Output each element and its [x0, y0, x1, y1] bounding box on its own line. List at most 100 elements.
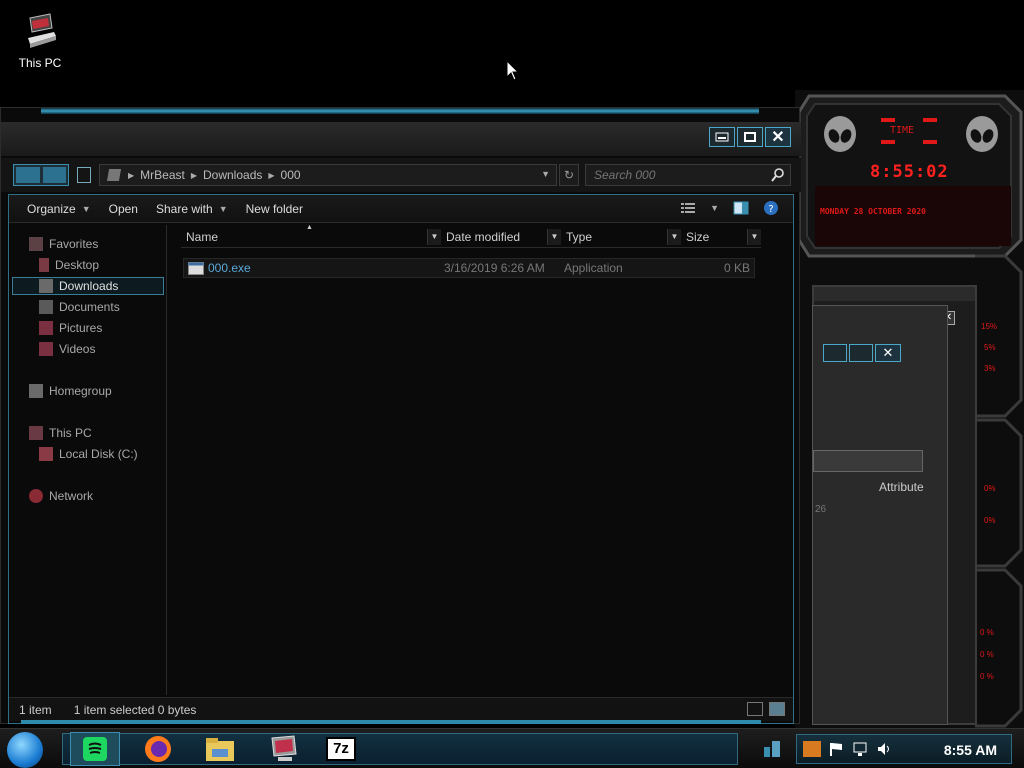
nav-desktop[interactable]: Desktop — [39, 257, 99, 273]
gadget-meter-2: 5% — [984, 343, 996, 352]
nav-pictures-label: Pictures — [59, 321, 103, 335]
spotify-icon — [83, 737, 107, 761]
address-bar[interactable]: ▶ MrBeast ▶ Downloads ▶ 000 ▼ — [99, 164, 557, 186]
nav-network[interactable]: Network — [29, 488, 93, 504]
taskbar-firefox[interactable] — [133, 732, 183, 766]
taskbar-file-explorer[interactable] — [195, 732, 245, 766]
gadget-digital-time: 8:55:02 — [870, 162, 949, 182]
start-button[interactable] — [7, 732, 43, 768]
breadcrumb-separator-icon: ▶ — [190, 170, 197, 180]
help-icon[interactable]: ? — [763, 200, 779, 216]
close-button[interactable]: ✕ — [765, 127, 791, 147]
recent-locations-icon[interactable] — [77, 167, 91, 183]
breadcrumb-downloads[interactable]: Downloads — [203, 168, 262, 182]
maximize-icon[interactable] — [849, 344, 873, 362]
minimize-icon[interactable] — [823, 344, 847, 362]
taskbar-7zip[interactable]: 7z — [316, 732, 366, 766]
maximize-button[interactable] — [737, 127, 763, 147]
chevron-down-icon[interactable]: ▼ — [667, 229, 681, 245]
details-view-icon[interactable] — [747, 702, 763, 716]
gadget-meter-8: 0 % — [980, 672, 994, 681]
nav-pictures[interactable]: Pictures — [39, 320, 102, 336]
taskbar-monitor-app[interactable] — [258, 732, 308, 766]
minimize-icon — [715, 132, 729, 142]
nav-local-disk-label: Local Disk (C:) — [59, 447, 138, 461]
large-icons-view-icon[interactable] — [769, 702, 785, 716]
nav-videos-label: Videos — [59, 342, 96, 356]
volume-icon[interactable] — [875, 741, 893, 757]
organize-button[interactable]: Organize ▼ — [18, 202, 100, 216]
organize-label: Organize — [27, 201, 76, 216]
column-type[interactable]: Type ▼ — [561, 226, 681, 248]
chevron-down-icon[interactable]: ▼ — [747, 229, 761, 245]
nav-homegroup[interactable]: Homegroup — [29, 383, 112, 399]
flag-icon[interactable] — [827, 741, 845, 757]
nav-documents[interactable]: Documents — [39, 299, 120, 315]
file-row[interactable]: 000.exe 3/16/2019 6:26 AM Application 0 … — [183, 258, 755, 278]
close-icon: ✕ — [771, 129, 785, 146]
taskbar-clock[interactable]: 8:55 AM — [944, 742, 997, 758]
search-box[interactable] — [585, 164, 791, 186]
chevron-down-icon[interactable]: ▼ — [541, 169, 550, 179]
column-date-modified[interactable]: Date modified ▼ — [441, 226, 561, 248]
monitor-app-icon — [271, 735, 297, 761]
gadget-meter-5: 0% — [984, 516, 996, 525]
status-selection: 1 item selected 0 bytes — [73, 702, 197, 717]
back-arrow-icon[interactable] — [16, 167, 40, 183]
taskbar-spotify[interactable] — [70, 732, 120, 766]
view-details-icon[interactable] — [680, 200, 696, 216]
nav-videos[interactable]: Videos — [39, 341, 95, 357]
minimize-button[interactable] — [709, 127, 735, 147]
column-date-label: Date modified — [446, 229, 521, 244]
downloads-folder-icon — [39, 279, 53, 293]
column-size[interactable]: Size ▼ — [681, 226, 761, 248]
window-top-accent — [41, 108, 759, 114]
status-bar: 1 item 1 item selected 0 bytes — [9, 697, 793, 721]
new-folder-button[interactable]: New folder — [237, 202, 312, 216]
nav-downloads[interactable]: Downloads — [12, 277, 164, 295]
gadget-time-label: TIME — [890, 125, 915, 136]
window-bottom-accent — [21, 720, 761, 724]
background-dialog-field[interactable] — [813, 450, 923, 472]
svg-text:?: ? — [768, 204, 773, 215]
search-input[interactable] — [586, 165, 756, 185]
chevron-down-icon[interactable]: ▼ — [547, 229, 561, 245]
forward-arrow-icon[interactable] — [42, 167, 66, 183]
search-icon[interactable] — [770, 167, 786, 183]
gadget-meter-4: 0% — [984, 484, 996, 493]
nav-local-disk[interactable]: Local Disk (C:) — [39, 446, 138, 462]
background-dialog-caption-buttons: ✕ — [823, 344, 901, 362]
nav-this-pc[interactable]: This PC — [29, 425, 92, 441]
chevron-down-icon[interactable]: ▼ — [427, 229, 441, 245]
file-size: 0 KB — [723, 261, 750, 275]
preview-pane-icon[interactable] — [733, 200, 749, 216]
window-titlebar[interactable] — [1, 122, 801, 156]
java-tray-icon[interactable] — [803, 741, 821, 757]
documents-folder-icon — [39, 300, 53, 314]
gadget-date: MONDAY 28 OCTOBER 2020 — [820, 207, 926, 216]
breadcrumb-000[interactable]: 000 — [281, 168, 301, 182]
background-dialog[interactable]: ✕ Attribute 26 — [812, 305, 948, 725]
computer-icon — [29, 426, 43, 440]
breadcrumb-mrbeast[interactable]: MrBeast — [140, 168, 185, 182]
open-button[interactable]: Open — [100, 202, 147, 216]
background-window-titlebar[interactable] — [814, 287, 975, 301]
nav-favorites[interactable]: Favorites — [29, 236, 98, 252]
command-bar: Organize ▼ Open Share with ▼ New folder … — [9, 195, 793, 223]
network-status-icon[interactable] — [851, 741, 869, 757]
background-dialog-column-header: Attribute — [879, 480, 924, 494]
column-size-label: Size — [686, 229, 710, 244]
new-folder-label: New folder — [245, 201, 303, 216]
back-forward-buttons[interactable] — [13, 164, 69, 186]
chevron-down-icon[interactable]: ▼ — [710, 203, 719, 213]
desktop-icon-this-pc[interactable]: This PC — [14, 12, 66, 70]
gadget-meter-1: 15% — [981, 322, 998, 331]
close-icon[interactable]: ✕ — [875, 344, 901, 362]
refresh-button[interactable]: ↻ — [559, 164, 579, 186]
column-name[interactable]: Name ▼ — [181, 226, 441, 248]
share-with-button[interactable]: Share with ▼ — [147, 202, 237, 216]
navigation-row: ▶ MrBeast ▶ Downloads ▶ 000 ▼ ↻ — [1, 158, 801, 192]
file-explorer-window[interactable]: ✕ ▶ MrBeast ▶ Downloads ▶ 000 ▼ ↻ Search… — [0, 107, 801, 724]
show-desktop-icon[interactable] — [760, 737, 784, 761]
gadget-meter-6: 0 % — [980, 628, 994, 637]
